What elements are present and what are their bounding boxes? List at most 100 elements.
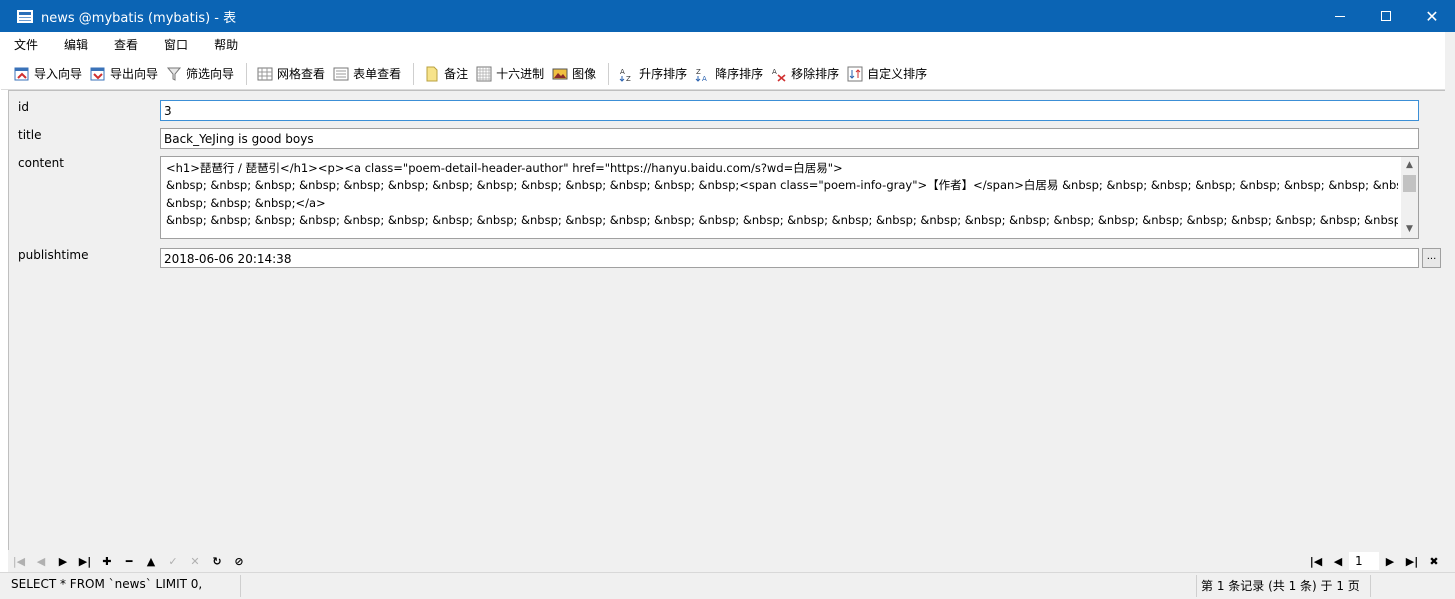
remove-sort-label: 移除排序 (791, 67, 840, 81)
memo-icon (424, 66, 440, 82)
content-line: &nbsp; &nbsp; &nbsp; &nbsp; &nbsp; &nbsp… (166, 212, 1398, 227)
image-label: 图像 (572, 67, 597, 81)
import-icon (14, 66, 30, 82)
menu-window[interactable]: 窗口 (151, 32, 201, 58)
record-navigation-bar: |◀ ◀ ▶ ▶| ✚ ━ ▲ ✓ ✕ ↻ ⊘ |◀ ◀ 1 ▶ ▶| ✖ (8, 550, 1445, 572)
hex-icon (476, 66, 492, 82)
record-form: id 3 title Back_YeJing is good boys cont… (8, 90, 1445, 550)
refresh-icon[interactable]: ↻ (206, 551, 228, 571)
discard-icon[interactable]: ✕ (184, 551, 206, 571)
svg-text:A: A (620, 68, 625, 76)
svg-text:A: A (772, 68, 777, 76)
hex-label: 十六进制 (496, 67, 545, 81)
publishtime-label: publishtime (18, 248, 89, 262)
import-wizard-button[interactable]: 导入向导 (11, 62, 85, 86)
export-wizard-button[interactable]: 导出向导 (87, 62, 161, 86)
status-separator (1196, 575, 1197, 597)
content-line: <h1>琵琶行 / 琵琶引</h1><p><a class="poem-deta… (166, 161, 843, 175)
close-icon: ✕ (1425, 6, 1439, 26)
content-textarea[interactable]: <h1>琵琶行 / 琵琶引</h1><p><a class="poem-deta… (160, 156, 1419, 239)
filter-wizard-button[interactable]: 筛选向导 (163, 62, 237, 86)
next-page-icon[interactable]: ▶ (1379, 551, 1401, 571)
minimize-button[interactable] (1317, 0, 1363, 32)
remove-sort-button[interactable]: A 移除排序 (768, 62, 842, 86)
menu-file[interactable]: 文件 (1, 32, 51, 58)
prev-record-icon[interactable]: ◀ (30, 551, 52, 571)
export-wizard-label: 导出向导 (110, 67, 159, 81)
last-page-icon[interactable]: ▶| (1401, 551, 1423, 571)
svg-text:Z: Z (626, 75, 631, 82)
toolbar-separator (413, 62, 415, 85)
first-page-icon[interactable]: |◀ (1305, 551, 1327, 571)
apply-icon[interactable]: ✓ (162, 551, 184, 571)
sort-desc-icon: ZA (695, 66, 711, 82)
status-sql-query: SELECT * FROM `news` LIMIT 0, 1000 (11, 577, 207, 591)
grid-icon (257, 66, 273, 82)
svg-text:Z: Z (696, 68, 701, 76)
scroll-down-icon[interactable]: ▼ (1401, 221, 1418, 238)
content-scrollbar[interactable]: ▲ ▼ (1401, 157, 1418, 238)
datetime-picker-button[interactable]: ... (1422, 248, 1441, 268)
page-number-input[interactable]: 1 (1349, 552, 1379, 570)
menu-edit[interactable]: 编辑 (51, 32, 101, 58)
image-button[interactable]: 图像 (549, 62, 599, 86)
stop-icon[interactable]: ⊘ (228, 551, 250, 571)
grid-view-button[interactable]: 网格查看 (254, 62, 328, 86)
title-bar: news @mybatis (mybatis) - 表 ✕ (0, 0, 1455, 32)
close-button[interactable]: ✕ (1409, 0, 1455, 32)
delete-record-icon[interactable]: ━ (118, 551, 140, 571)
title-field[interactable]: Back_YeJing is good boys (160, 128, 1419, 149)
sort-desc-button[interactable]: ZA 降序排序 (692, 62, 766, 86)
menu-bar: 文件 编辑 查看 窗口 帮助 (1, 32, 1445, 58)
grid-view-label: 网格查看 (277, 67, 326, 81)
menu-view[interactable]: 查看 (101, 32, 151, 58)
sort-asc-button[interactable]: AZ 升序排序 (616, 62, 690, 86)
image-icon (552, 66, 568, 82)
custom-sort-button[interactable]: 自定义排序 (844, 62, 930, 86)
form-icon (333, 66, 349, 82)
status-separator (240, 575, 241, 597)
prev-page-icon[interactable]: ◀ (1327, 551, 1349, 571)
memo-label: 备注 (444, 67, 469, 81)
window-title: news @mybatis (mybatis) - 表 (41, 10, 237, 26)
custom-sort-icon (847, 66, 863, 82)
import-wizard-label: 导入向导 (34, 67, 83, 81)
status-bar: SELECT * FROM `news` LIMIT 0, 1000 第 1 条… (0, 572, 1455, 599)
svg-text:A: A (702, 75, 707, 82)
toolbar-separator (608, 62, 610, 85)
window-frame-right (1445, 32, 1455, 572)
status-separator (1370, 575, 1371, 597)
publishtime-field[interactable]: 2018-06-06 20:14:38 (160, 248, 1419, 268)
content-line: &nbsp; &nbsp; &nbsp;</a> (166, 195, 326, 210)
page-navigation: |◀ ◀ 1 ▶ ▶| ✖ (1305, 550, 1445, 572)
toolbar: 导入向导 导出向导 筛选向导 网格查看 表单查看 备注 十六进制 图像 A Z … (1, 58, 1445, 90)
scroll-up-icon[interactable]: ▲ (1401, 157, 1418, 174)
content-label: content (18, 156, 64, 170)
export-icon (90, 66, 106, 82)
sort-asc-label: 升序排序 (639, 67, 688, 81)
menu-help[interactable]: 帮助 (201, 32, 251, 58)
minimize-icon (1335, 15, 1345, 17)
add-record-icon[interactable]: ✚ (96, 551, 118, 571)
last-record-icon[interactable]: ▶| (74, 551, 96, 571)
form-view-button[interactable]: 表单查看 (330, 62, 404, 86)
id-field[interactable]: 3 (160, 100, 1419, 121)
custom-sort-label: 自定义排序 (867, 67, 928, 81)
first-record-icon[interactable]: |◀ (8, 551, 30, 571)
id-label: id (18, 100, 29, 114)
next-record-icon[interactable]: ▶ (52, 551, 74, 571)
maximize-button[interactable] (1363, 0, 1409, 32)
content-text: <h1>琵琶行 / 琵琶引</h1><p><a class="poem-deta… (166, 160, 1398, 229)
settings-tools-icon[interactable]: ✖ (1423, 551, 1445, 571)
filter-icon (166, 66, 182, 82)
form-view-label: 表单查看 (353, 67, 402, 81)
window-controls: ✕ (1317, 0, 1455, 32)
memo-button[interactable]: 备注 (421, 62, 471, 86)
maximize-icon (1381, 11, 1391, 21)
sort-desc-label: 降序排序 (715, 67, 764, 81)
filter-wizard-label: 筛选向导 (186, 67, 235, 81)
edit-up-icon[interactable]: ▲ (140, 551, 162, 571)
scrollbar-thumb[interactable] (1403, 175, 1416, 192)
remove-sort-icon: A (771, 66, 787, 82)
hex-button[interactable]: 十六进制 (473, 62, 547, 86)
